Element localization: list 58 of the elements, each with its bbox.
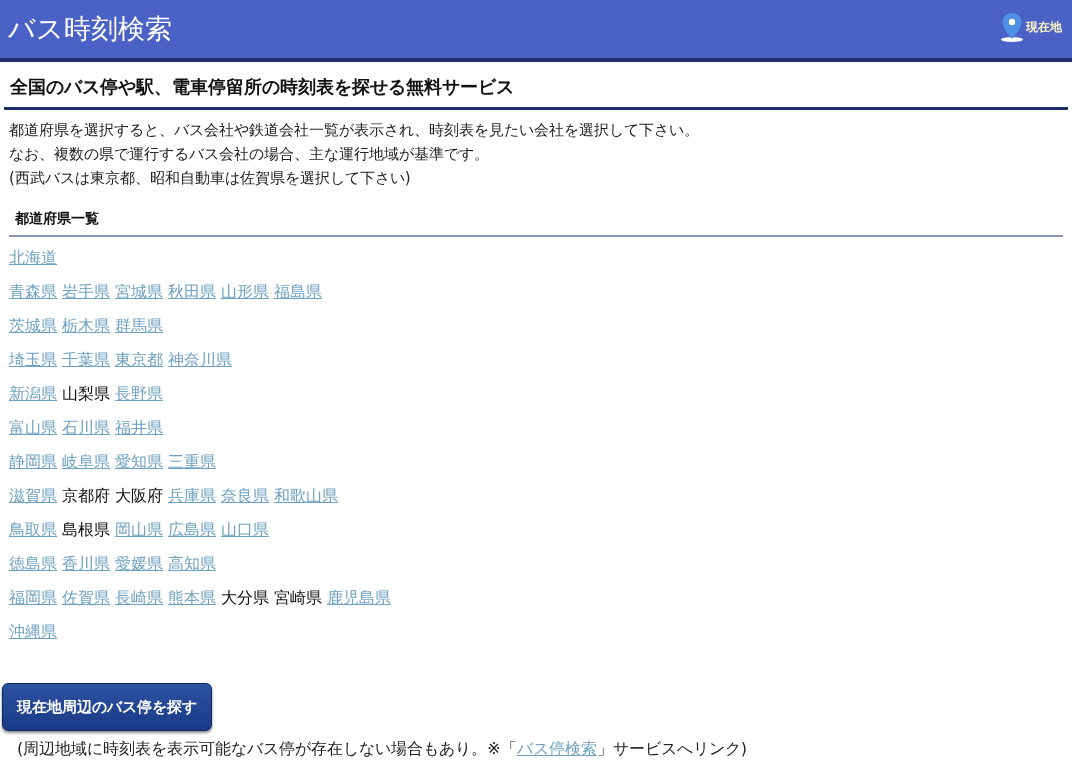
prefecture-link[interactable]: 新潟県 bbox=[9, 385, 57, 403]
prefecture-link[interactable]: 鹿児島県 bbox=[327, 589, 391, 607]
prefecture-link[interactable]: 青森県 bbox=[9, 283, 57, 301]
prefecture-link[interactable]: 広島県 bbox=[168, 521, 216, 539]
intro-text: なお、複数の県で運行するバス会社の場合、主な運行地域が基準です。 bbox=[9, 144, 490, 165]
prefecture-link[interactable]: 奈良県 bbox=[221, 487, 269, 505]
prefecture-name: 大分県 bbox=[221, 589, 269, 607]
prefecture-link[interactable]: 愛媛県 bbox=[115, 555, 163, 573]
current-location-link[interactable]: 現在地 bbox=[1000, 12, 1062, 42]
prefecture-link[interactable]: 兵庫県 bbox=[168, 487, 216, 505]
prefecture-link[interactable]: 神奈川県 bbox=[168, 351, 232, 369]
prefecture-name: 島根県 bbox=[62, 521, 110, 539]
prefecture-link[interactable]: 香川県 bbox=[62, 555, 110, 573]
prefecture-link[interactable]: 佐賀県 bbox=[62, 589, 110, 607]
prefecture-link[interactable]: 栃木県 bbox=[62, 317, 110, 335]
prefecture-link[interactable]: 茨城県 bbox=[9, 317, 57, 335]
prefecture-name: 大阪府 bbox=[115, 487, 163, 505]
section-title: 都道府県一覧 bbox=[15, 209, 99, 227]
prefecture-name: 山梨県 bbox=[62, 385, 110, 403]
prefecture-link[interactable]: 岩手県 bbox=[62, 283, 110, 301]
prefecture-link[interactable]: 福島県 bbox=[274, 283, 322, 301]
prefecture-link[interactable]: 長野県 bbox=[115, 385, 163, 403]
page-heading: 全国のバス停や駅、電車停留所の時刻表を探せる無料サービス bbox=[4, 62, 1068, 110]
prefecture-link[interactable]: 秋田県 bbox=[168, 283, 216, 301]
bus-stop-search-link[interactable]: バス停検索 bbox=[516, 739, 597, 758]
prefecture-link[interactable]: 静岡県 bbox=[9, 453, 57, 471]
note-text: (周辺地域に時刻表を表示可能なバス停が存在しない場合もあり。※「バス停検索」サービスへリンク) bbox=[17, 739, 747, 759]
prefecture-link[interactable]: 東京都 bbox=[115, 351, 163, 369]
prefecture-link[interactable]: 埼玉県 bbox=[9, 351, 57, 369]
prefecture-link[interactable]: 徳島県 bbox=[9, 555, 57, 573]
prefecture-link[interactable]: 滋賀県 bbox=[9, 487, 57, 505]
prefecture-link[interactable]: 岐阜県 bbox=[62, 453, 110, 471]
prefecture-link[interactable]: 熊本県 bbox=[168, 589, 216, 607]
nearby-search-button[interactable]: 現在地周辺のバス停を探す bbox=[2, 683, 212, 731]
prefecture-name: 宮崎県 bbox=[274, 589, 322, 607]
map-pin-icon bbox=[1000, 12, 1024, 42]
prefecture-link[interactable]: 千葉県 bbox=[62, 351, 110, 369]
intro-text: (西武バスは東京都、昭和自動車は佐賀県を選択して下さい) bbox=[9, 168, 412, 189]
prefecture-link[interactable]: 三重県 bbox=[168, 453, 216, 471]
prefecture-link[interactable]: 福井県 bbox=[115, 419, 163, 437]
prefecture-link[interactable]: 山形県 bbox=[221, 283, 269, 301]
prefecture-link[interactable]: 岡山県 bbox=[115, 521, 163, 539]
prefecture-link[interactable]: 石川県 bbox=[62, 419, 110, 437]
prefecture-link[interactable]: 北海道 bbox=[9, 249, 57, 267]
prefecture-link[interactable]: 鳥取県 bbox=[9, 521, 57, 539]
prefecture-link[interactable]: 沖縄県 bbox=[9, 623, 57, 641]
prefecture-link[interactable]: 高知県 bbox=[168, 555, 216, 573]
prefecture-link[interactable]: 長崎県 bbox=[115, 589, 163, 607]
prefecture-link[interactable]: 宮城県 bbox=[115, 283, 163, 301]
prefecture-link[interactable]: 山口県 bbox=[221, 521, 269, 539]
site-title: バス時刻検索 bbox=[8, 12, 172, 46]
prefecture-link[interactable]: 富山県 bbox=[9, 419, 57, 437]
intro-text: 都道府県を選択すると、バス会社や鉄道会社一覧が表示され、時刻表を見たい会社を選択して下さい。 bbox=[9, 120, 700, 141]
prefecture-name: 京都府 bbox=[62, 487, 110, 505]
prefecture-link[interactable]: 和歌山県 bbox=[274, 487, 338, 505]
prefecture-link[interactable]: 福岡県 bbox=[9, 589, 57, 607]
prefecture-link[interactable]: 群馬県 bbox=[115, 317, 163, 335]
prefecture-link[interactable]: 愛知県 bbox=[115, 453, 163, 471]
